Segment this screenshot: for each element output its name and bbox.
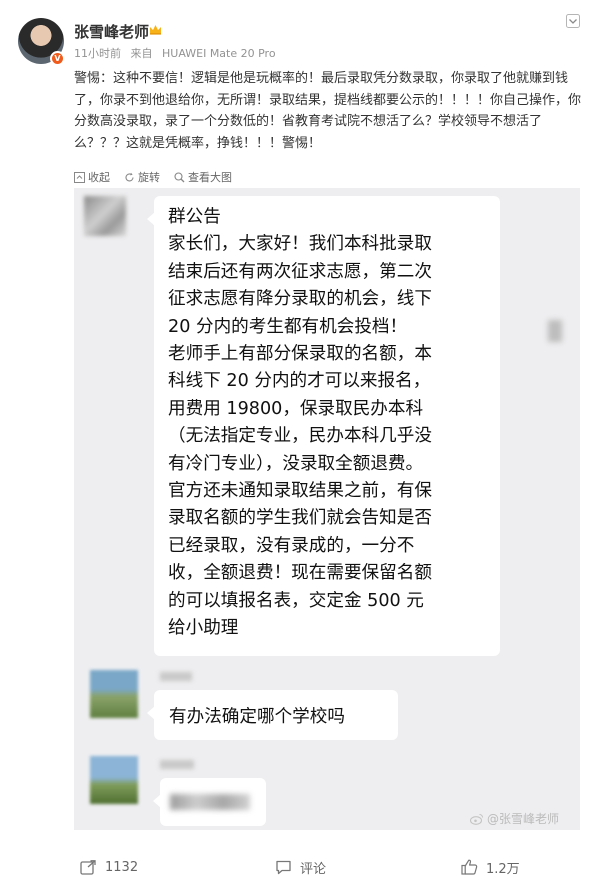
- blurred-avatar: [90, 670, 138, 718]
- announcement-line: 官方还未通知录取结果之前，有保: [168, 481, 432, 502]
- announcement-line: 收，全额退费！现在需要保留名额: [168, 563, 432, 584]
- reply-bubble: [153, 778, 266, 826]
- blurred-avatar: [90, 756, 138, 804]
- view-large-button[interactable]: 查看大图: [174, 169, 232, 185]
- thumbs-up-icon: [461, 859, 478, 875]
- repost-button[interactable]: 1132: [80, 860, 138, 875]
- weibo-logo-icon: [470, 813, 484, 825]
- chat-screenshot[interactable]: 群公告 家长们，大家好！我们本科批录取 结束后还有两次征求志愿，第二次 征求志愿…: [74, 188, 580, 830]
- comment-label: 评论: [300, 861, 327, 877]
- post-time[interactable]: 11小时前: [74, 47, 121, 60]
- announcement-line: 20 分内的考生都有机会投档！: [168, 316, 408, 337]
- blurred-avatar: [84, 196, 126, 236]
- announcement-line: （无法指定专业，民办本科几乎没: [168, 426, 432, 447]
- announcement-line: 结束后还有两次征求志愿，第二次: [168, 261, 432, 282]
- question-bubble: 有办法确定哪个学校吗: [147, 690, 398, 740]
- verified-badge: V: [50, 51, 65, 66]
- device-name: HUAWEI Mate 20 Pro: [162, 47, 276, 60]
- collapse-icon: [74, 171, 85, 183]
- action-bar: 1132 评论 1.2万: [0, 847, 600, 887]
- rotate-label: 旋转: [138, 171, 160, 184]
- announcement-line: 录取名额的学生我们就会告知是否: [168, 508, 432, 529]
- chevron-down-icon[interactable]: [566, 14, 580, 28]
- repost-count: 1132: [105, 859, 139, 875]
- question-text: 有办法确定哪个学校吗: [169, 706, 345, 727]
- source-prefix: 来自: [130, 47, 153, 60]
- crown-icon: [150, 25, 161, 35]
- announcement-line: 家长们，大家好！我们本科批录取: [168, 234, 432, 255]
- announcement-line: 科线下 20 分内的才可以来报名，: [168, 371, 431, 392]
- watermark: @张雪峰老师: [470, 810, 559, 827]
- collapse-button[interactable]: 收起: [74, 169, 110, 185]
- like-button[interactable]: 1.2万: [461, 858, 520, 877]
- comment-icon: [276, 860, 291, 874]
- rotate-button[interactable]: 旋转: [124, 169, 160, 185]
- watermark-text: @张雪峰老师: [487, 812, 560, 826]
- announcement-line: 已经录取，没有录成的，一分不: [168, 535, 415, 556]
- blurred-reply-text: [170, 794, 250, 810]
- announcement-line: 群公告: [168, 207, 221, 227]
- rotate-icon: [125, 172, 134, 181]
- announcement-line: 给小助理: [168, 618, 239, 639]
- magnify-icon: [174, 171, 185, 182]
- comment-button[interactable]: 评论: [275, 858, 326, 877]
- announcement-line: 有冷门专业），没录取全额退费。: [168, 453, 424, 474]
- like-count: 1.2万: [486, 861, 520, 877]
- post-meta: 11小时前 来自 HUAWEI Mate 20 Pro: [74, 45, 282, 61]
- username[interactable]: 张雪峰老师: [74, 21, 149, 42]
- blurred-name: [160, 672, 192, 681]
- weibo-post: V 张雪峰老师 11小时前 来自 HUAWEI Mate 20 Pro 警惕：这…: [0, 0, 600, 887]
- repost-icon: [80, 859, 96, 875]
- collapse-label: 收起: [88, 171, 110, 184]
- post-text: 警惕：这种不要信！逻辑是他是玩概率的！最后录取凭分数录取，你录取了他就赚到钱了，…: [74, 71, 582, 151]
- blurred-name: [160, 760, 194, 769]
- announcement-bubble: 群公告 家长们，大家好！我们本科批录取 结束后还有两次征求志愿，第二次 征求志愿…: [147, 196, 562, 656]
- announcement-line: 的可以填报名表，交定金 500 元: [168, 590, 424, 611]
- announcement-line: 征求志愿有降分录取的机会，线下: [168, 289, 432, 310]
- view-large-label: 查看大图: [188, 171, 232, 184]
- image-toolbar: 收起 旋转 查看大图: [74, 168, 246, 186]
- announcement-line: 老师手上有部分保录取的名额，本: [168, 344, 432, 365]
- announcement-line: 用费用 19800，保录取民办本科: [168, 398, 424, 419]
- blurred-patch: [548, 320, 562, 342]
